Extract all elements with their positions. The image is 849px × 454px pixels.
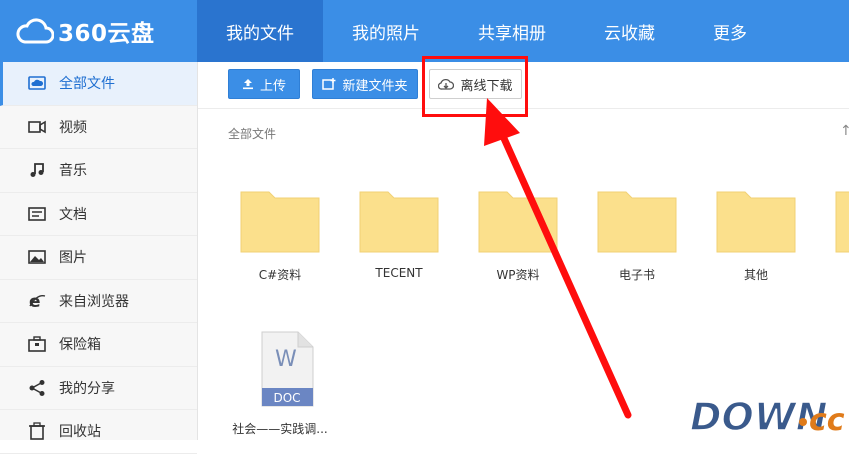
folder-item[interactable]: WP资料 (468, 188, 568, 283)
new-folder-label: 新建文件夹 (342, 78, 408, 94)
file-name: WP资料 (496, 268, 540, 282)
main-nav: 我的文件 我的照片 共享相册 云收藏 更多 (197, 0, 776, 62)
folder-icon (240, 191, 320, 253)
file-ext-label: DOC (273, 391, 300, 405)
sidebar-item-label: 保险箱 (59, 337, 101, 354)
sidebar-item-my-shares[interactable]: 我的分享 (0, 367, 197, 410)
video-icon (26, 116, 48, 138)
new-folder-button[interactable]: 新建文件夹 (312, 69, 418, 99)
sidebar-item-label: 全部文件 (59, 76, 115, 93)
sidebar-item-from-browser[interactable]: e 来自浏览器 (0, 280, 197, 323)
brand-name: 360云盘 (58, 21, 155, 47)
upload-icon (242, 79, 253, 90)
file-name: TECENT (375, 266, 423, 280)
breadcrumb[interactable]: 全部文件 (228, 125, 276, 142)
sidebar-item-music[interactable]: 音乐 (0, 149, 197, 193)
watermark-text: DOWN (690, 395, 828, 438)
file-name: 其他 (743, 268, 768, 282)
sidebar-item-label: 图片 (59, 250, 87, 267)
highlight-box (422, 56, 528, 117)
watermark-cc: cc (809, 403, 845, 438)
folder-icon (478, 191, 558, 253)
browser-icon: e (26, 290, 48, 312)
sort-arrow-icon[interactable]: ↑ (840, 123, 849, 139)
share-icon (26, 377, 48, 399)
sidebar-item-label: 文档 (59, 206, 87, 223)
music-icon (26, 159, 48, 181)
sidebar-item-images[interactable]: 图片 (0, 236, 197, 280)
svg-text:W: W (275, 347, 297, 372)
file-name: 社会——实践调... (232, 422, 328, 436)
document-icon (26, 203, 48, 225)
file-name: 电子书 (618, 268, 655, 282)
sidebar-item-label: 视频 (59, 119, 87, 136)
trash-icon (26, 420, 48, 442)
new-folder-icon (322, 78, 336, 90)
document-item[interactable]: W DOC 社会——实践调... (230, 330, 330, 437)
folder-item[interactable]: C#资料 (230, 188, 330, 283)
folder-icon (835, 191, 849, 253)
nav-tab-shared-albums[interactable]: 共享相册 (449, 0, 575, 62)
sidebar-item-video[interactable]: 视频 (0, 106, 197, 149)
top-navigation-bar: 360云盘 我的文件 我的照片 共享相册 云收藏 更多 (0, 0, 849, 62)
nav-tab-cloud-favorites[interactable]: 云收藏 (575, 0, 684, 62)
folder-item[interactable]: 其他 (706, 188, 806, 283)
sidebar-item-trash[interactable]: 回收站 (0, 410, 197, 454)
nav-tab-more[interactable]: 更多 (684, 0, 776, 62)
folder-item-partial[interactable] (834, 188, 849, 254)
safe-icon (26, 333, 48, 355)
doc-file-icon: W DOC (261, 331, 314, 407)
upload-button[interactable]: 上传 (228, 69, 300, 99)
sidebar-item-label: 音乐 (59, 163, 87, 180)
sidebar-item-all-files[interactable]: 全部文件 (0, 62, 197, 106)
sidebar-item-label: 我的分享 (59, 380, 115, 397)
sidebar-item-documents[interactable]: 文档 (0, 193, 197, 236)
cloud-logo-icon (16, 18, 54, 44)
sidebar-item-safe[interactable]: 保险箱 (0, 323, 197, 367)
folder-icon (716, 191, 796, 253)
cloud-icon (26, 72, 48, 94)
folder-icon (359, 191, 439, 253)
nav-tab-my-photos[interactable]: 我的照片 (323, 0, 449, 62)
sidebar-item-label: 回收站 (59, 424, 101, 441)
image-icon (26, 246, 48, 268)
file-name: C#资料 (258, 268, 302, 282)
svg-text:e: e (29, 292, 41, 310)
folder-icon (597, 191, 677, 253)
watermark-logo: DOWN cc (688, 392, 848, 440)
folder-item[interactable]: 电子书 (587, 188, 687, 283)
sidebar-item-label: 来自浏览器 (59, 293, 129, 310)
nav-tab-my-files[interactable]: 我的文件 (197, 0, 323, 62)
folder-item[interactable]: TECENT (349, 188, 449, 280)
upload-label: 上传 (259, 78, 286, 94)
logo[interactable]: 360云盘 (16, 0, 155, 62)
sidebar: 全部文件 视频 音乐 文档 图片 e 来自浏览器 保险箱 我的分享 回收站 (0, 62, 198, 454)
